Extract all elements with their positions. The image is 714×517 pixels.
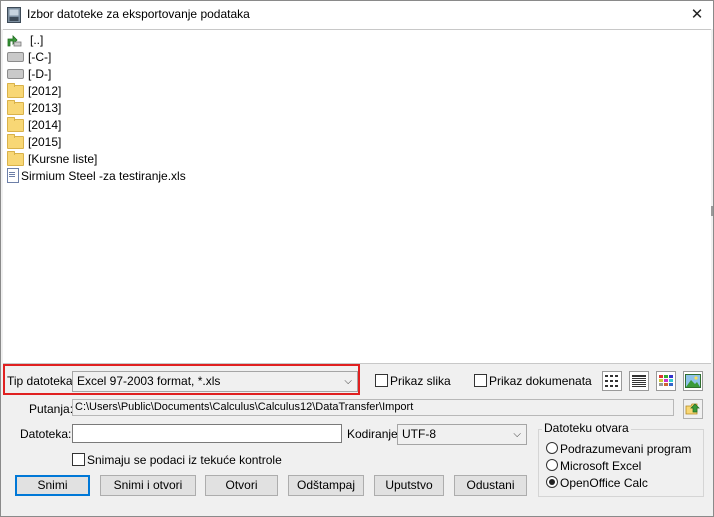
open-button[interactable]: Otvori xyxy=(205,475,278,496)
encoding-select[interactable]: UTF-8 ⌵ xyxy=(397,424,527,445)
list-item-label: [Kursne liste] xyxy=(28,151,98,166)
app-icon xyxy=(7,7,21,23)
save-and-open-button[interactable]: Snimi i otvori xyxy=(100,475,196,496)
show-images-label: Prikaz slika xyxy=(390,374,451,388)
browse-folder-icon[interactable] xyxy=(683,399,703,419)
radio-default-program-label: Podrazumevani program xyxy=(560,442,692,456)
chevron-down-icon: ⌵ xyxy=(344,376,352,387)
open-with-title: Datoteku otvara xyxy=(542,421,631,435)
title-bar: Izbor datoteke za eksportovanje podataka… xyxy=(1,1,713,29)
show-documents-checkbox[interactable] xyxy=(474,374,487,387)
folder-icon xyxy=(7,133,24,149)
file-list[interactable]: [..] [-C-] [-D-] [2012] [2013] [2014] [2… xyxy=(3,29,711,364)
folder-icon xyxy=(7,150,24,166)
window-title: Izbor datoteke za eksportovanje podataka xyxy=(27,7,250,21)
file-type-value: Excel 97-2003 format, *.xls xyxy=(77,374,221,388)
list-item[interactable]: [-D-] xyxy=(7,65,51,82)
up-folder-icon xyxy=(7,33,22,47)
list-item[interactable]: [..] xyxy=(7,31,43,48)
radio-microsoft-excel-label: Microsoft Excel xyxy=(560,459,642,473)
list-item[interactable]: Sirmium Steel -za testiranje.xls xyxy=(5,167,186,184)
radio-openoffice-calc[interactable] xyxy=(546,476,558,488)
list-view-icon[interactable] xyxy=(602,371,622,391)
list-item-label: [2014] xyxy=(28,117,62,132)
folder-icon xyxy=(7,82,24,98)
export-file-dialog: Izbor datoteke za eksportovanje podataka… xyxy=(0,0,714,517)
list-item[interactable]: [Kursne liste] xyxy=(7,150,97,167)
list-item-label: [-D-] xyxy=(28,66,52,81)
save-from-control-label: Snimaju se podaci iz tekuće kontrole xyxy=(87,453,282,467)
radio-microsoft-excel[interactable] xyxy=(546,459,558,471)
drive-icon xyxy=(7,68,24,79)
chevron-down-icon: ⌵ xyxy=(513,429,521,440)
show-images-checkbox[interactable] xyxy=(375,374,388,387)
filename-input[interactable] xyxy=(72,424,342,443)
folder-icon xyxy=(7,116,24,132)
thumbnail-view-icon[interactable] xyxy=(656,371,676,391)
radio-default-program[interactable] xyxy=(546,442,558,454)
list-item[interactable]: [2014] xyxy=(7,116,61,133)
details-view-icon[interactable] xyxy=(629,371,649,391)
list-item-label: [2012] xyxy=(28,83,62,98)
path-field: C:\Users\Public\Documents\Calculus\Calcu… xyxy=(72,399,674,416)
list-item-label: Sirmium Steel -za testiranje.xls xyxy=(21,168,186,183)
path-label: Putanja: xyxy=(29,402,74,416)
list-item[interactable]: [2015] xyxy=(7,133,61,150)
list-item-label: [-C-] xyxy=(28,49,52,64)
list-item-label: [..] xyxy=(30,32,44,47)
save-button[interactable]: Snimi xyxy=(15,475,90,496)
close-icon[interactable]: ✕ xyxy=(687,5,707,25)
scrollbar[interactable] xyxy=(711,206,713,216)
image-preview-icon[interactable] xyxy=(683,371,703,391)
print-button[interactable]: Odštampaj xyxy=(288,475,364,496)
list-item[interactable]: [2013] xyxy=(7,99,61,116)
folder-icon xyxy=(7,99,24,115)
encoding-value: UTF-8 xyxy=(402,427,436,441)
list-item-label: [2015] xyxy=(28,134,62,149)
show-documents-label: Prikaz dokumenata xyxy=(489,374,592,388)
radio-openoffice-calc-label: OpenOffice Calc xyxy=(560,476,648,490)
filename-label: Datoteka: xyxy=(20,427,72,441)
file-type-label: Tip datoteka: xyxy=(7,374,76,388)
drive-icon xyxy=(7,51,24,62)
cancel-button[interactable]: Odustani xyxy=(454,475,527,496)
list-item-label: [2013] xyxy=(28,100,62,115)
file-type-select[interactable]: Excel 97-2003 format, *.xls ⌵ xyxy=(72,371,358,392)
encoding-label: Kodiranje: xyxy=(347,427,402,441)
list-item[interactable]: [-C-] xyxy=(7,48,51,65)
list-item[interactable]: [2012] xyxy=(7,82,61,99)
xls-file-icon xyxy=(7,168,19,183)
save-from-control-checkbox[interactable] xyxy=(72,453,85,466)
help-button[interactable]: Uputstvo xyxy=(374,475,444,496)
